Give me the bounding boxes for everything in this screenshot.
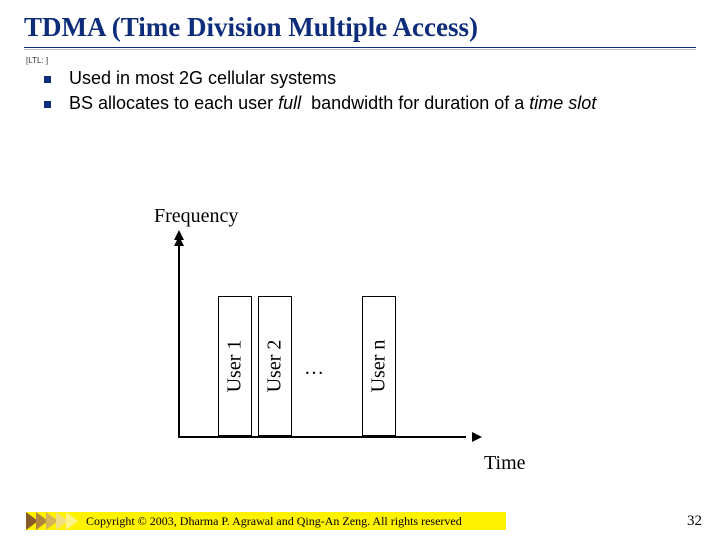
tdma-chart: User 1 User 2 … User n xyxy=(178,238,474,446)
bar-label: User 1 xyxy=(224,340,247,393)
bullet-text: Used in most 2G cellular systems xyxy=(69,67,336,90)
bar-label: User 2 xyxy=(264,340,287,393)
timeslot-bar: User 1 xyxy=(218,296,252,436)
y-axis xyxy=(178,238,180,438)
timeslot-bar: User n xyxy=(362,296,396,436)
slide-number: 32 xyxy=(687,513,702,530)
x-axis-arrow-icon xyxy=(472,432,482,442)
copyright-text: Copyright © 2003, Dharma P. Agrawal and … xyxy=(86,514,462,529)
y-axis-label: Frequency xyxy=(154,205,238,228)
bullet-list: Used in most 2G cellular systems BS allo… xyxy=(44,67,696,114)
ellipsis: … xyxy=(304,357,324,380)
timeslot-bar: User 2 xyxy=(258,296,292,436)
y-axis-arrow-icon xyxy=(174,230,184,240)
title-underline xyxy=(24,47,696,50)
bullet-icon xyxy=(44,101,51,108)
bullet-icon xyxy=(44,76,51,83)
bullet-text: BS allocates to each user full bandwidth… xyxy=(69,92,596,115)
bar-label: User n xyxy=(368,340,391,393)
x-axis xyxy=(178,436,466,438)
slide-title: TDMA (Time Division Multiple Access) xyxy=(24,12,696,43)
x-axis-label: Time xyxy=(484,452,526,475)
footer-chevrons-icon xyxy=(26,512,76,530)
list-item: BS allocates to each user full bandwidth… xyxy=(44,92,696,115)
list-item: Used in most 2G cellular systems xyxy=(44,67,696,90)
ltl-tag: [LTL: ] xyxy=(26,56,696,65)
